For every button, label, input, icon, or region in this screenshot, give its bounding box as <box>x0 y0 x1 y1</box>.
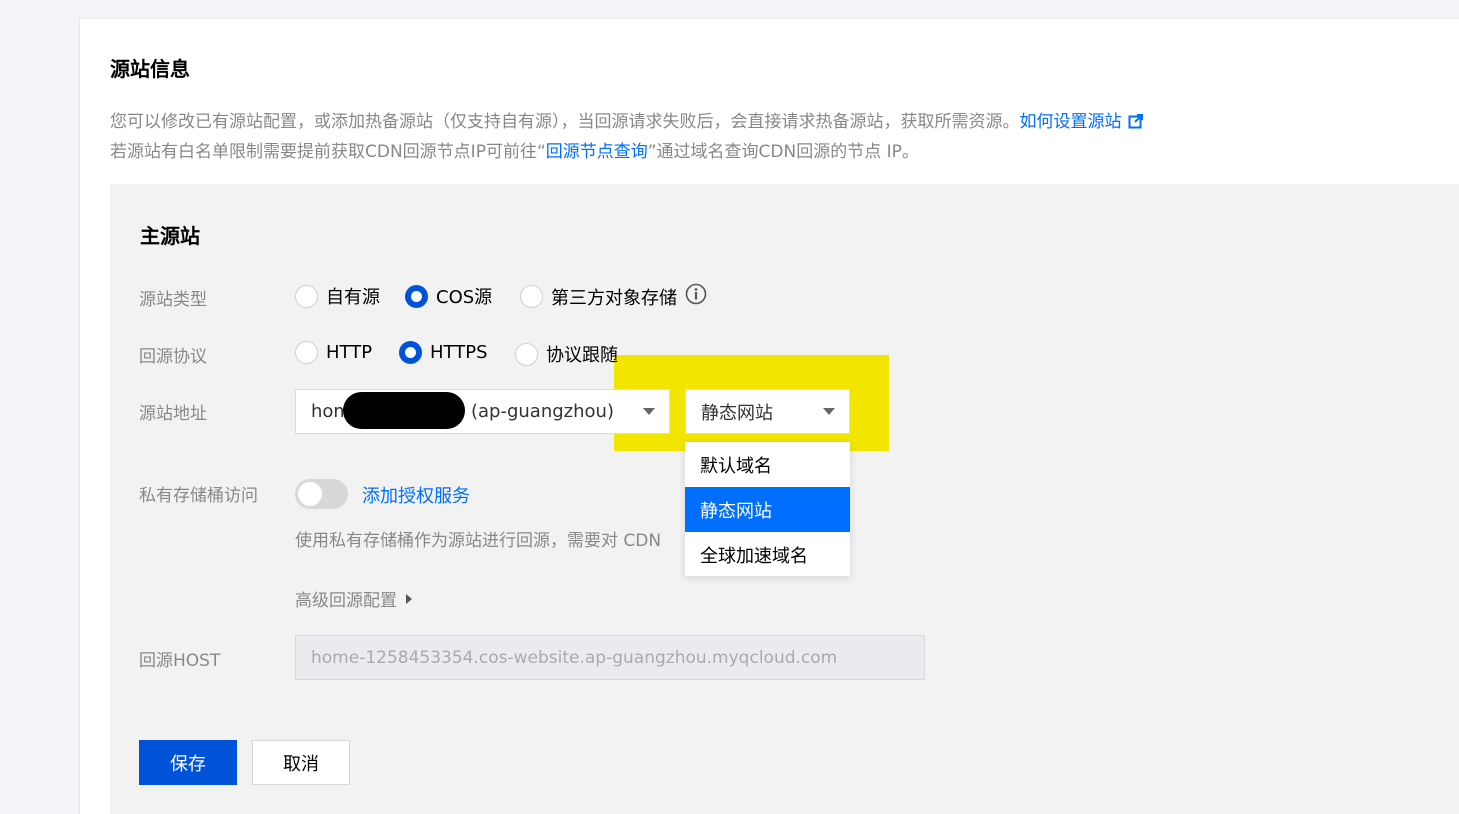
radio-third-party-storage[interactable]: 第三方对象存储 <box>520 283 707 310</box>
radio-label: COS源 <box>436 287 493 308</box>
advanced-origin-toggle[interactable]: 高级回源配置 <box>295 586 412 611</box>
radio-circle <box>295 284 318 308</box>
origin-node-query-link[interactable]: 回源节点查询 <box>546 142 648 162</box>
radio-circle <box>295 341 318 364</box>
cancel-button[interactable]: 取消 <box>252 740 350 785</box>
bucket-region: (ap-guangzhou) <box>471 401 614 422</box>
primary-origin-title: 主源站 <box>140 224 200 248</box>
radio-label: 协议跟随 <box>546 345 618 366</box>
radio-label: HTTP <box>326 342 373 363</box>
description-text-2a: 若源站有白名单限制需要提前获取CDN回源节点IP可前往“ <box>110 142 546 162</box>
chevron-down-icon <box>823 408 835 415</box>
origin-type-label: 源站类型 <box>139 290 207 310</box>
protocol-label: 回源协议 <box>139 347 207 367</box>
bucket-select[interactable]: hom (ap-guangzhou) <box>295 389 670 434</box>
save-button[interactable]: 保存 <box>139 740 237 785</box>
domain-type-dropdown: 默认域名 静态网站 全球加速域名 <box>685 442 850 576</box>
redacted-mask <box>343 392 465 429</box>
domain-type-select[interactable]: 静态网站 <box>685 389 850 434</box>
private-bucket-label: 私有存储桶访问 <box>139 486 258 506</box>
description-line-1: 您可以修改已有源站配置，或添加热备源站（仅支持自有源），当回源请求失败后，会直接… <box>110 108 1144 138</box>
private-bucket-hint: 使用私有存储桶作为源站进行回源，需要对 CDN <box>295 531 662 551</box>
section-title: 源站信息 <box>110 57 190 81</box>
chevron-down-icon <box>643 408 655 415</box>
dropdown-option-global-acceleration[interactable]: 全球加速域名 <box>685 532 850 577</box>
dropdown-option-static-website[interactable]: 静态网站 <box>685 487 850 532</box>
radio-circle <box>515 342 538 366</box>
add-authorization-link[interactable]: 添加授权服务 <box>362 482 470 508</box>
radio-self-origin[interactable]: 自有源 <box>295 283 380 309</box>
section-description: 您可以修改已有源站配置，或添加热备源站（仅支持自有源），当回源请求失败后，会直接… <box>110 108 1144 166</box>
dropdown-option-default-domain[interactable]: 默认域名 <box>685 442 850 487</box>
domain-type-value: 静态网站 <box>701 402 773 424</box>
radio-https[interactable]: HTTPS <box>399 341 488 364</box>
radio-protocol-follow[interactable]: 协议跟随 <box>515 341 618 367</box>
description-text-2b: ”通过域名查询CDN回源的节点 IP。 <box>647 142 919 162</box>
private-bucket-toggle[interactable] <box>295 479 348 509</box>
toggle-knob <box>298 482 322 506</box>
advanced-origin-label: 高级回源配置 <box>295 591 397 611</box>
radio-label: 自有源 <box>326 287 380 308</box>
description-line-2: 若源站有白名单限制需要提前获取CDN回源节点IP可前往“回源节点查询”通过域名查… <box>110 138 1144 166</box>
host-input[interactable]: home-1258453354.cos-website.ap-guangzhou… <box>295 635 925 680</box>
radio-label: 第三方对象存储 <box>551 287 677 309</box>
radio-http[interactable]: HTTP <box>295 341 372 364</box>
origin-address-label: 源站地址 <box>139 404 207 424</box>
caret-right-icon <box>406 593 412 604</box>
radio-label: HTTPS <box>430 342 488 363</box>
description-text-1: 您可以修改已有源站配置，或添加热备源站（仅支持自有源），当回源请求失败后，会直接… <box>110 112 1020 132</box>
host-label: 回源HOST <box>139 651 221 671</box>
radio-circle <box>520 285 543 308</box>
how-to-set-origin-link[interactable]: 如何设置源站 <box>1020 112 1122 132</box>
radio-circle-checked <box>399 341 422 364</box>
radio-cos-origin[interactable]: COS源 <box>405 283 492 309</box>
info-circle-icon[interactable] <box>685 283 707 310</box>
external-link-icon[interactable] <box>1128 110 1144 138</box>
radio-circle-checked <box>405 284 428 308</box>
